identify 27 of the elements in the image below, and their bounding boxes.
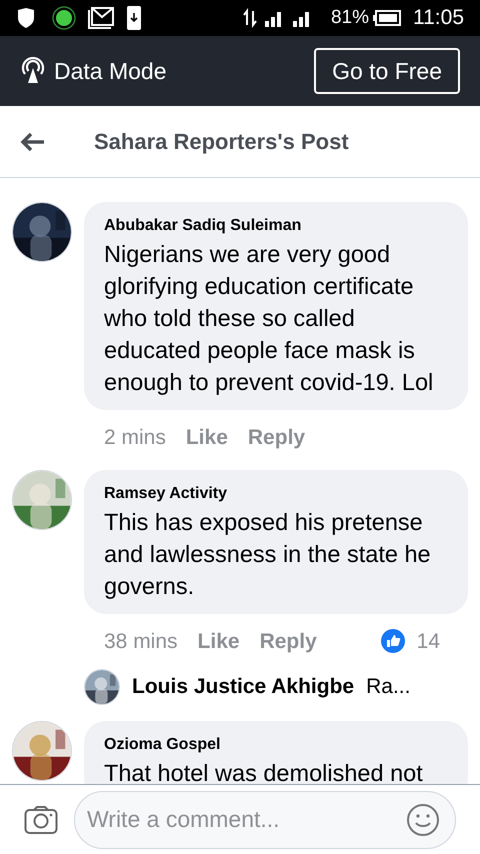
comment-text: This has exposed his pretense and lawlessness in the state he governs.	[104, 508, 432, 601]
comment-author[interactable]: Ozioma Gospel	[104, 733, 448, 757]
comment-field[interactable]: Write a comment...	[74, 790, 456, 848]
battery-icon	[373, 10, 401, 26]
comment-time: 38 mins	[104, 628, 178, 654]
thumbs-up-icon	[380, 629, 405, 654]
reply-preview: Ra...	[366, 674, 410, 700]
reaction-count: 14	[416, 628, 440, 654]
download-icon	[126, 5, 142, 31]
mail-icon	[88, 7, 114, 29]
broadcast-icon	[20, 57, 46, 85]
camera-icon[interactable]	[24, 804, 58, 834]
comment-text: That hotel was demolished not	[104, 759, 424, 784]
back-arrow-icon[interactable]	[20, 132, 46, 152]
data-mode-label: Data Mode	[54, 56, 167, 86]
smiley-icon[interactable]	[406, 802, 440, 836]
timer-icon	[52, 6, 76, 30]
go-to-free-button[interactable]: Go to Free	[314, 48, 460, 94]
shield-icon	[16, 7, 36, 29]
comment-author[interactable]: Abubakar Sadiq Suleiman	[104, 214, 448, 238]
post-title: Sahara Reporters's Post	[94, 128, 349, 156]
comment-author[interactable]: Ramsey Activity	[104, 482, 448, 506]
reply-author[interactable]: Louis Justice Akhigbe	[132, 671, 354, 703]
clock: 11:05	[413, 5, 464, 32]
battery-percent: 81%	[330, 6, 369, 30]
comment-text: Nigerians we are very good glorifying education certificate who told these so called educated people face mask is enough to prevent covid-19. Lol	[104, 240, 434, 397]
comment-time: 2 mins	[104, 425, 166, 451]
